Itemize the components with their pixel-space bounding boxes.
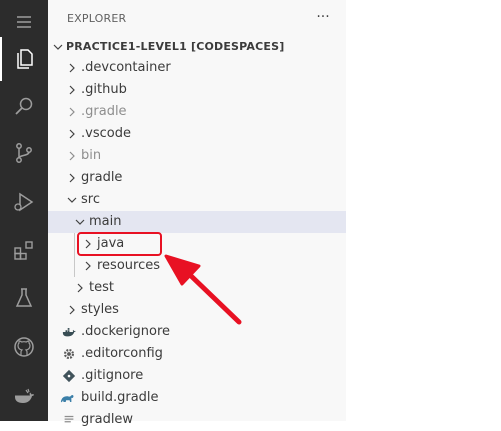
indent-guide	[74, 233, 75, 277]
workspace-header[interactable]: PRACTICE1-LEVEL1 [CODESPACES]	[48, 37, 346, 57]
extensions-icon[interactable]	[0, 228, 48, 272]
tree-item-vscode[interactable]: .vscode	[48, 123, 346, 145]
tree-item-label: .github	[81, 82, 127, 97]
explorer-title: EXPLORER	[67, 12, 127, 25]
explorer-panel: EXPLORER ··· PRACTICE1-LEVEL1 [CODESPACE…	[48, 0, 346, 427]
more-actions-button[interactable]: ···	[312, 6, 334, 28]
tree-item-styles[interactable]: styles	[48, 299, 346, 321]
tree-item-gradle-hidden[interactable]: .gradle	[48, 101, 346, 123]
chevron-right-icon	[77, 283, 83, 293]
gradle-file-icon	[60, 395, 74, 403]
chevron-down-icon	[53, 44, 63, 50]
tree-item-editorconfig[interactable]: .editorconfig	[48, 343, 346, 365]
chevron-right-icon	[69, 107, 75, 117]
search-icon[interactable]	[0, 84, 48, 128]
chevron-down-icon	[67, 197, 77, 203]
git-file-icon	[62, 369, 76, 383]
chevron-right-icon	[85, 261, 91, 271]
tree-item-gitignore[interactable]: .gitignore	[48, 365, 346, 387]
tree-item-gradle[interactable]: gradle	[48, 167, 346, 189]
tree-item-label: gradlew	[81, 412, 134, 427]
activity-bar	[0, 0, 48, 421]
tree-item-label: test	[89, 280, 114, 295]
explorer-icon[interactable]	[0, 37, 48, 81]
tree-item-label: .dockerignore	[81, 324, 171, 339]
tree-item-devcontainer[interactable]: .devcontainer	[48, 57, 346, 79]
file-icon	[64, 415, 74, 423]
gear-icon	[63, 348, 75, 360]
tree-item-label: main	[89, 214, 122, 229]
tree-item-label: src	[81, 192, 100, 207]
tree-item-label: .devcontainer	[81, 60, 171, 75]
docker-file-icon	[62, 328, 76, 337]
tree-item-label: .gradle	[81, 104, 127, 119]
tree-item-label: bin	[81, 148, 102, 163]
source-control-icon[interactable]	[0, 131, 48, 175]
github-icon[interactable]	[0, 325, 48, 369]
tree-item-src[interactable]: src	[48, 189, 346, 211]
chevron-down-icon	[75, 219, 85, 225]
chevron-right-icon	[69, 173, 75, 183]
tree-item-label: gradle	[81, 170, 123, 185]
tree-item-label: .gitignore	[81, 368, 144, 383]
chevron-right-icon	[69, 305, 75, 315]
tree-item-github[interactable]: .github	[48, 79, 346, 101]
workspace-name: PRACTICE1-LEVEL1 [CODESPACES]	[66, 40, 285, 53]
tree-item-label: .editorconfig	[81, 346, 163, 361]
tree-item-bin[interactable]: bin	[48, 145, 346, 167]
tree-item-gradlew[interactable]: gradlew	[48, 409, 346, 431]
tree-item-resources[interactable]: resources	[48, 255, 346, 277]
chevron-right-icon	[69, 129, 75, 139]
chevron-right-icon	[69, 151, 75, 161]
docker-icon[interactable]	[0, 374, 48, 418]
tree-item-label: build.gradle	[81, 390, 159, 405]
tree-item-label: resources	[97, 258, 161, 273]
chevron-right-icon	[69, 63, 75, 73]
testing-icon[interactable]	[0, 276, 48, 320]
run-debug-icon[interactable]	[0, 180, 48, 224]
highlight-box	[77, 232, 162, 256]
tree-item-build-gradle[interactable]: build.gradle	[48, 387, 346, 409]
tree-item-test[interactable]: test	[48, 277, 346, 299]
tree-item-label: .vscode	[81, 126, 131, 141]
tree-item-label: styles	[81, 302, 119, 317]
chevron-right-icon	[69, 85, 75, 95]
tree-item-dockerignore[interactable]: .dockerignore	[48, 321, 346, 343]
tree-item-main[interactable]: main	[48, 211, 346, 233]
